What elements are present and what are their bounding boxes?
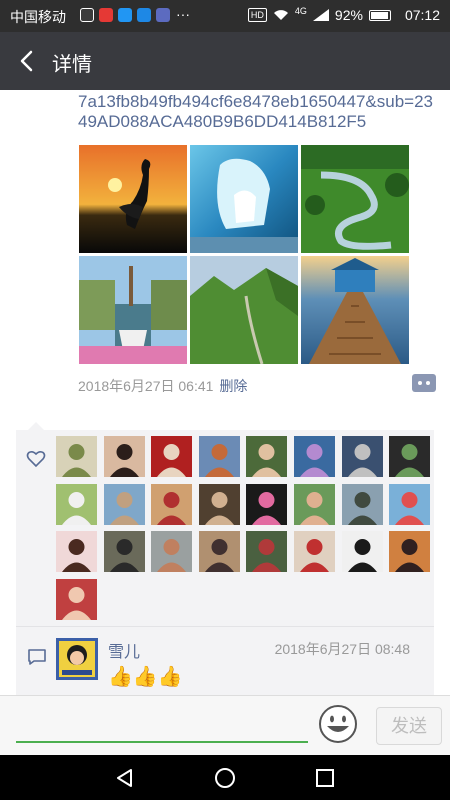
app-notification-icon — [99, 8, 113, 22]
liker-avatar[interactable] — [389, 483, 431, 525]
network-type: 4G — [294, 6, 307, 16]
title-bar: 详情 — [0, 32, 450, 90]
send-button[interactable]: 发送 — [376, 707, 442, 745]
nav-recents-icon[interactable] — [313, 766, 337, 790]
liker-avatar[interactable] — [341, 436, 383, 477]
liker-avatar[interactable] — [198, 436, 240, 477]
post-date: 2018年6月27日 06:41 — [78, 378, 214, 394]
notification-icons: ··· — [80, 6, 191, 22]
post-photo-green-valley[interactable] — [190, 256, 298, 364]
post-link-text[interactable]: 7a13fb8b49fb494cf6e8478eb1650447&sub=234… — [78, 92, 440, 132]
liker-avatar[interactable] — [151, 531, 193, 572]
comment-input-bar: 发送 — [0, 695, 450, 755]
heart-icon — [26, 450, 46, 468]
post-photo-crane-sunset[interactable] — [79, 145, 187, 253]
signal-icon — [312, 9, 329, 21]
commenter-name[interactable]: 雪儿 — [108, 638, 140, 662]
comment-time: 2018年6月27日 08:48 — [274, 641, 410, 657]
status-bar: 中国移动 ··· HD 4G 92% 07:12 — [0, 0, 450, 32]
page-title: 详情 — [52, 54, 92, 76]
nav-home-icon[interactable] — [213, 766, 237, 790]
panel-divider — [16, 626, 434, 627]
nav-back-icon[interactable] — [113, 766, 137, 790]
liker-avatar[interactable] — [294, 436, 335, 477]
liker-avatar[interactable] — [341, 483, 383, 525]
system-nav-bar — [0, 755, 450, 800]
panel-arrow — [28, 422, 44, 430]
app-notification-icon — [156, 8, 170, 22]
liker-avatar[interactable] — [151, 436, 193, 477]
liker-avatar[interactable] — [56, 531, 97, 572]
liker-avatar[interactable] — [103, 531, 145, 572]
liker-avatar[interactable] — [246, 436, 288, 477]
liker-avatar[interactable] — [103, 436, 145, 477]
liker-avatar[interactable] — [56, 436, 97, 477]
liker-avatar[interactable] — [389, 436, 431, 477]
liker-avatar[interactable] — [103, 483, 145, 525]
comment-icon — [28, 649, 46, 665]
battery-icon — [368, 9, 391, 21]
liker-avatar[interactable] — [341, 531, 383, 572]
delete-link[interactable]: 删除 — [219, 378, 247, 394]
post-photo-boathouse-pier[interactable] — [301, 256, 409, 364]
liker-avatar[interactable] — [56, 483, 97, 525]
liker-avatar[interactable] — [294, 531, 335, 572]
post-meta: 2018年6月27日 06:41 删除 — [78, 376, 247, 396]
app-notification-icon — [137, 8, 151, 22]
commenter-avatar[interactable] — [56, 638, 98, 680]
liker-avatar[interactable] — [246, 531, 288, 572]
liker-avatar[interactable] — [294, 483, 335, 525]
more-options-button[interactable] — [412, 374, 436, 392]
app-notification-icon — [80, 8, 94, 22]
app-notification-icon — [118, 8, 132, 22]
post-photo-canal-boat[interactable] — [79, 256, 187, 364]
liker-avatar[interactable] — [246, 483, 288, 525]
wifi-icon — [273, 10, 288, 20]
comment-input[interactable] — [16, 702, 308, 742]
post-photo-river-meadow[interactable] — [301, 145, 409, 253]
battery-percent: 92% — [334, 7, 363, 23]
liker-avatar[interactable] — [151, 483, 193, 525]
hd-indicator: HD — [247, 8, 267, 22]
carrier-name: 中国移动 — [10, 9, 66, 25]
emoji-button-icon[interactable] — [318, 704, 358, 744]
liker-avatar[interactable] — [56, 578, 97, 620]
input-underline — [16, 741, 308, 743]
comment-text: 👍👍👍 — [108, 666, 183, 688]
more-notifications-icon: ··· — [176, 6, 190, 22]
liker-avatar[interactable] — [198, 483, 240, 525]
liker-avatar[interactable] — [198, 531, 240, 572]
liker-avatar[interactable] — [389, 531, 431, 572]
post-photo-ice-cave[interactable] — [190, 145, 298, 253]
clock: 07:12 — [404, 7, 440, 23]
back-arrow-icon[interactable] — [14, 47, 42, 75]
